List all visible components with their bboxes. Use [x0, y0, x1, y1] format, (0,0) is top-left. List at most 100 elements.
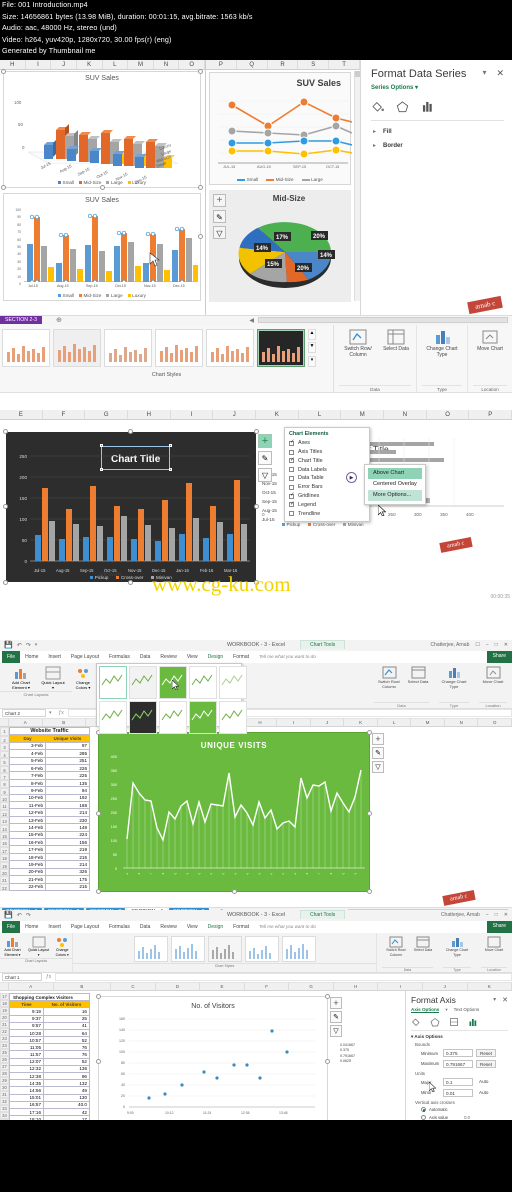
user-name[interactable]: Chatterjee, Arnab	[441, 912, 480, 918]
chart-element-chart-title[interactable]: Chart Title	[285, 457, 369, 466]
tab-view[interactable]: View	[182, 921, 203, 933]
bar-midsize[interactable]	[79, 131, 91, 162]
radio[interactable]	[421, 1107, 426, 1113]
change-chart-type-button[interactable]: Change Chart Type	[439, 666, 469, 689]
minimize-icon[interactable]: −	[486, 642, 489, 648]
filter-icon[interactable]: ▽	[330, 1024, 342, 1037]
table-row[interactable]: 11:05 76	[9, 1043, 90, 1052]
resize-handle[interactable]	[3, 428, 8, 434]
table-row[interactable]: 9-Feb 94	[9, 786, 90, 795]
bar-small[interactable]	[44, 138, 57, 159]
checkbox[interactable]	[289, 484, 294, 490]
col-a[interactable]: A	[9, 718, 43, 726]
chart-3d-column[interactable]: SUV Sales 100 50 0 Jul-15 Aug-15 Sep-15 …	[1, 68, 203, 190]
share-button[interactable]: Share	[486, 918, 512, 933]
major-auto-button[interactable]: Auto	[476, 1078, 491, 1086]
formula-fx-icon[interactable]: ƒx	[46, 974, 51, 980]
checkbox[interactable]	[289, 492, 295, 499]
col-k[interactable]: K	[344, 718, 378, 726]
resize-handle[interactable]	[3, 503, 8, 509]
style-thumb[interactable]	[159, 700, 187, 734]
switch-row-column-button[interactable]: Switch Row/ Column	[339, 329, 377, 358]
tab-review[interactable]: Review	[155, 921, 181, 933]
col-g[interactable]: G	[85, 409, 129, 419]
select-data-button[interactable]: Select Data	[407, 666, 429, 689]
tab-design[interactable]: Design	[202, 920, 229, 933]
col-c[interactable]: C	[111, 982, 156, 990]
user-name[interactable]: Chatterjee, Arnab	[430, 642, 469, 648]
style-thumb[interactable]	[129, 700, 157, 734]
scroll-up-arrow[interactable]	[355, 70, 360, 77]
close-icon[interactable]: ✕	[502, 996, 508, 1004]
change-chart-type-button[interactable]: Change Chart Type	[443, 936, 471, 957]
table-row[interactable]: 14-Feb 148	[9, 823, 90, 832]
minor-auto-button[interactable]: Auto	[476, 1089, 491, 1097]
table-row[interactable]: 21-Feb 175	[9, 875, 90, 884]
table-row[interactable]: 12:38 96	[9, 1072, 90, 1081]
col-j[interactable]: J	[51, 59, 77, 69]
col-h[interactable]: H	[128, 409, 171, 419]
col-m[interactable]: M	[341, 409, 385, 419]
col-i[interactable]: I	[26, 59, 52, 69]
minimum-reset-button[interactable]: Reset	[476, 1049, 497, 1058]
chart-style-thumb[interactable]	[155, 328, 203, 367]
customize-qat-icon[interactable]: ▾	[35, 642, 38, 648]
chart-dark-clustered[interactable]: Chart Title 250 200 150 100 50 0 Jul-15 …	[3, 428, 259, 585]
col-t[interactable]: T	[329, 59, 360, 69]
bar-midsize[interactable]	[56, 123, 69, 159]
maximum-reset-button[interactable]: Reset	[476, 1059, 497, 1068]
submenu-arrow-icon[interactable]: ▶	[346, 471, 357, 483]
col-m[interactable]: M	[411, 718, 445, 726]
tab-review[interactable]: Review	[155, 651, 181, 663]
resize-handle[interactable]	[1, 68, 6, 74]
table-row[interactable]: 20-Feb 326	[9, 867, 90, 877]
resize-handle[interactable]	[198, 233, 203, 239]
chevron-down-icon[interactable]: ▾	[482, 68, 486, 79]
filter-icon[interactable]: ▽	[213, 225, 226, 239]
scroll-left-icon[interactable]: ◀	[249, 317, 254, 324]
plus-icon[interactable]: +	[213, 193, 226, 207]
tab-home[interactable]: Home	[20, 651, 43, 663]
gallery-up-icon[interactable]: ▲	[308, 328, 316, 340]
pentagon-effects-icon[interactable]	[430, 1017, 440, 1027]
col-k[interactable]: K	[468, 982, 512, 990]
checkbox[interactable]	[289, 439, 295, 446]
chart-unique-visits[interactable]: UNIQUE VISITS 400 350 300 250 200 150 10…	[96, 729, 372, 894]
col-j[interactable]: J	[213, 409, 257, 419]
chart-line-markers[interactable]: SUV Sales JUL-15 AUG-15 SEP-15 OCT-15 Sm…	[209, 71, 352, 185]
chevron-down-icon[interactable]: ▾	[445, 1007, 447, 1013]
switch-row-column-button[interactable]: Switch Row/ Column	[382, 936, 410, 957]
table-row[interactable]: 15-Feb 224	[9, 830, 90, 840]
restore-icon[interactable]: □	[495, 912, 498, 918]
brush-icon[interactable]: ✎	[258, 450, 272, 465]
undo-icon[interactable]: ↶	[17, 642, 22, 649]
resize-handle[interactable]	[3, 579, 8, 585]
legend-item[interactable]: Luxury	[127, 293, 146, 298]
tab-file[interactable]: File	[2, 650, 21, 663]
name-box[interactable]: Chart 1	[2, 973, 42, 982]
legend-item[interactable]: Luxury	[127, 180, 146, 185]
resize-handle[interactable]	[1, 184, 6, 190]
col-b[interactable]: B	[54, 982, 112, 990]
axis-options-section[interactable]: ▾ Axis Options	[411, 1034, 508, 1040]
close-icon[interactable]: ✕	[504, 912, 508, 918]
table-row[interactable]: 5-Feb 251	[9, 756, 90, 766]
chart-3d-pie[interactable]: Mid-Size 20% 14% 20% 15% 14% 17% + ✎ ▽	[209, 189, 351, 302]
pane-section-border[interactable]: Border	[371, 142, 504, 149]
legend-item[interactable]: Large	[301, 177, 323, 182]
tab-page-layout[interactable]: Page Layout	[66, 921, 104, 933]
tab-formulas[interactable]: Formulas	[104, 651, 135, 663]
checkbox[interactable]	[289, 467, 294, 473]
col-q[interactable]: Q	[237, 59, 268, 69]
tab-design[interactable]: Design	[202, 650, 229, 663]
legend-item[interactable]: Large	[106, 293, 123, 298]
style-thumb[interactable]	[189, 700, 217, 734]
gallery-down-icon[interactable]: ▼	[308, 342, 316, 354]
chart-element-trendline[interactable]: Trendline	[285, 509, 369, 520]
resize-handle[interactable]	[325, 1058, 330, 1064]
table-row[interactable]: 17-Feb 219	[9, 845, 90, 854]
bar-small[interactable]	[113, 150, 125, 166]
table-row[interactable]: 9:57 41	[9, 1021, 90, 1030]
submenu-centered-overlay[interactable]: Centered Overlay	[368, 479, 422, 490]
chart-element-error-bars[interactable]: Error Bars	[285, 483, 369, 492]
